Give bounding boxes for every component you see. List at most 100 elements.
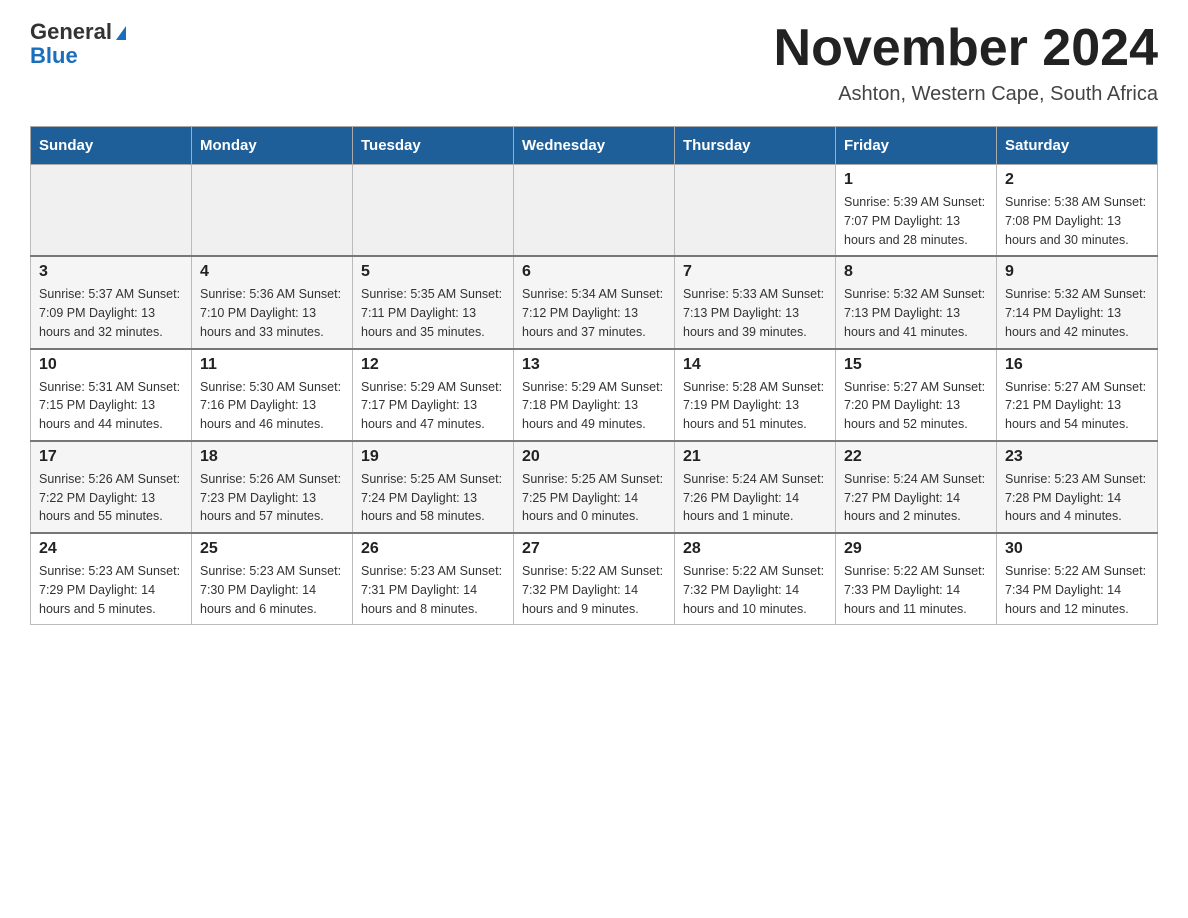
day-number: 4 — [200, 263, 344, 281]
day-header-sunday: Sunday — [31, 127, 192, 165]
day-info: Sunrise: 5:35 AM Sunset: 7:11 PM Dayligh… — [361, 285, 505, 341]
calendar-cell: 1Sunrise: 5:39 AM Sunset: 7:07 PM Daylig… — [836, 165, 997, 257]
day-number: 3 — [39, 263, 183, 281]
calendar-cell: 3 Sunrise: 5:37 AM Sunset: 7:09 PM Daylig… — [31, 256, 192, 348]
calendar-cell: 24 Sunrise: 5:23 AM Sunset: 7:29 PM Dayli… — [31, 533, 192, 625]
day-info: Sunrise: 5:30 AM Sunset: 7:16 PM Dayligh… — [200, 378, 344, 434]
day-info: Sunrise: 5:23 AM Sunset: 7:30 PM Dayligh… — [200, 562, 344, 618]
calendar-cell: 27 Sunrise: 5:22 AM Sunset: 7:32 PM Dayli… — [514, 533, 675, 625]
day-info: Sunrise: 5:25 AM Sunset: 7:24 PM Dayligh… — [361, 470, 505, 526]
day-info: Sunrise: 5:24 AM Sunset: 7:27 PM Dayligh… — [844, 470, 988, 526]
day-info: Sunrise: 5:32 AM Sunset: 7:13 PM Dayligh… — [844, 285, 988, 341]
day-number: 22 — [844, 448, 988, 466]
day-number: 21 — [683, 448, 827, 466]
day-info: Sunrise: 5:23 AM Sunset: 7:31 PM Dayligh… — [361, 562, 505, 618]
logo-triangle-icon — [116, 26, 126, 40]
day-info: Sunrise: 5:29 AM Sunset: 7:18 PM Dayligh… — [522, 378, 666, 434]
logo-blue-text: Blue — [30, 44, 126, 68]
logo: General Blue — [30, 20, 126, 68]
day-number: 17 — [39, 448, 183, 466]
day-info: Sunrise: 5:27 AM Sunset: 7:20 PM Dayligh… — [844, 378, 988, 434]
calendar-cell: 26 Sunrise: 5:23 AM Sunset: 7:31 PM Dayli… — [353, 533, 514, 625]
page-header: General Blue November 2024 Ashton, Weste… — [30, 20, 1158, 106]
day-header-friday: Friday — [836, 127, 997, 165]
calendar-cell: 10Sunrise: 5:31 AM Sunset: 7:15 PM Dayli… — [31, 349, 192, 441]
day-number: 2 — [1005, 171, 1149, 189]
calendar-table: SundayMondayTuesdayWednesdayThursdayFrid… — [30, 126, 1158, 625]
calendar-cell: 5 Sunrise: 5:35 AM Sunset: 7:11 PM Daylig… — [353, 256, 514, 348]
day-header-wednesday: Wednesday — [514, 127, 675, 165]
calendar-week-row: 1Sunrise: 5:39 AM Sunset: 7:07 PM Daylig… — [31, 165, 1158, 257]
day-info: Sunrise: 5:29 AM Sunset: 7:17 PM Dayligh… — [361, 378, 505, 434]
calendar-cell: 2 Sunrise: 5:38 AM Sunset: 7:08 PM Daylig… — [997, 165, 1158, 257]
day-header-thursday: Thursday — [675, 127, 836, 165]
day-info: Sunrise: 5:37 AM Sunset: 7:09 PM Dayligh… — [39, 285, 183, 341]
day-number: 11 — [200, 356, 344, 374]
day-info: Sunrise: 5:38 AM Sunset: 7:08 PM Dayligh… — [1005, 193, 1149, 249]
day-info: Sunrise: 5:31 AM Sunset: 7:15 PM Dayligh… — [39, 378, 183, 434]
day-number: 12 — [361, 356, 505, 374]
calendar-cell — [353, 165, 514, 257]
day-number: 23 — [1005, 448, 1149, 466]
logo-general-text: General — [30, 19, 112, 44]
day-info: Sunrise: 5:22 AM Sunset: 7:32 PM Dayligh… — [683, 562, 827, 618]
calendar-cell — [514, 165, 675, 257]
calendar-cell: 18Sunrise: 5:26 AM Sunset: 7:23 PM Dayli… — [192, 441, 353, 533]
day-number: 19 — [361, 448, 505, 466]
day-info: Sunrise: 5:22 AM Sunset: 7:32 PM Dayligh… — [522, 562, 666, 618]
day-header-saturday: Saturday — [997, 127, 1158, 165]
day-number: 13 — [522, 356, 666, 374]
day-info: Sunrise: 5:27 AM Sunset: 7:21 PM Dayligh… — [1005, 378, 1149, 434]
day-number: 15 — [844, 356, 988, 374]
day-info: Sunrise: 5:23 AM Sunset: 7:29 PM Dayligh… — [39, 562, 183, 618]
day-number: 18 — [200, 448, 344, 466]
day-info: Sunrise: 5:39 AM Sunset: 7:07 PM Dayligh… — [844, 193, 988, 249]
day-number: 30 — [1005, 540, 1149, 558]
day-header-monday: Monday — [192, 127, 353, 165]
calendar-cell: 21Sunrise: 5:24 AM Sunset: 7:26 PM Dayli… — [675, 441, 836, 533]
day-number: 6 — [522, 263, 666, 281]
day-info: Sunrise: 5:28 AM Sunset: 7:19 PM Dayligh… — [683, 378, 827, 434]
day-number: 20 — [522, 448, 666, 466]
day-number: 24 — [39, 540, 183, 558]
calendar-cell: 23 Sunrise: 5:23 AM Sunset: 7:28 PM Dayli… — [997, 441, 1158, 533]
day-info: Sunrise: 5:22 AM Sunset: 7:33 PM Dayligh… — [844, 562, 988, 618]
calendar-cell: 15 Sunrise: 5:27 AM Sunset: 7:20 PM Dayli… — [836, 349, 997, 441]
day-number: 27 — [522, 540, 666, 558]
calendar-cell: 20 Sunrise: 5:25 AM Sunset: 7:25 PM Dayli… — [514, 441, 675, 533]
day-info: Sunrise: 5:22 AM Sunset: 7:34 PM Dayligh… — [1005, 562, 1149, 618]
day-info: Sunrise: 5:36 AM Sunset: 7:10 PM Dayligh… — [200, 285, 344, 341]
day-header-tuesday: Tuesday — [353, 127, 514, 165]
day-number: 16 — [1005, 356, 1149, 374]
day-info: Sunrise: 5:23 AM Sunset: 7:28 PM Dayligh… — [1005, 470, 1149, 526]
calendar-cell: 22 Sunrise: 5:24 AM Sunset: 7:27 PM Dayli… — [836, 441, 997, 533]
day-number: 25 — [200, 540, 344, 558]
day-info: Sunrise: 5:25 AM Sunset: 7:25 PM Dayligh… — [522, 470, 666, 526]
days-of-week-row: SundayMondayTuesdayWednesdayThursdayFrid… — [31, 127, 1158, 165]
calendar-cell: 25 Sunrise: 5:23 AM Sunset: 7:30 PM Dayli… — [192, 533, 353, 625]
day-number: 5 — [361, 263, 505, 281]
day-number: 14 — [683, 356, 827, 374]
calendar-cell: 6Sunrise: 5:34 AM Sunset: 7:12 PM Daylig… — [514, 256, 675, 348]
location-subtitle: Ashton, Western Cape, South Africa — [774, 83, 1158, 106]
calendar-cell: 13 Sunrise: 5:29 AM Sunset: 7:18 PM Dayli… — [514, 349, 675, 441]
title-area: November 2024 Ashton, Western Cape, Sout… — [774, 20, 1158, 106]
calendar-cell: 7Sunrise: 5:33 AM Sunset: 7:13 PM Daylig… — [675, 256, 836, 348]
calendar-cell — [675, 165, 836, 257]
calendar-header: SundayMondayTuesdayWednesdayThursdayFrid… — [31, 127, 1158, 165]
calendar-cell: 28 Sunrise: 5:22 AM Sunset: 7:32 PM Dayli… — [675, 533, 836, 625]
day-info: Sunrise: 5:32 AM Sunset: 7:14 PM Dayligh… — [1005, 285, 1149, 341]
day-number: 26 — [361, 540, 505, 558]
month-title: November 2024 — [774, 20, 1158, 77]
day-number: 29 — [844, 540, 988, 558]
calendar-week-row: 10Sunrise: 5:31 AM Sunset: 7:15 PM Dayli… — [31, 349, 1158, 441]
calendar-cell: 16 Sunrise: 5:27 AM Sunset: 7:21 PM Dayli… — [997, 349, 1158, 441]
calendar-cell: 30 Sunrise: 5:22 AM Sunset: 7:34 PM Dayli… — [997, 533, 1158, 625]
day-number: 28 — [683, 540, 827, 558]
calendar-week-row: 24 Sunrise: 5:23 AM Sunset: 7:29 PM Dayli… — [31, 533, 1158, 625]
calendar-cell: 9 Sunrise: 5:32 AM Sunset: 7:14 PM Daylig… — [997, 256, 1158, 348]
calendar-body: 1Sunrise: 5:39 AM Sunset: 7:07 PM Daylig… — [31, 165, 1158, 625]
day-info: Sunrise: 5:33 AM Sunset: 7:13 PM Dayligh… — [683, 285, 827, 341]
day-number: 9 — [1005, 263, 1149, 281]
calendar-cell — [31, 165, 192, 257]
